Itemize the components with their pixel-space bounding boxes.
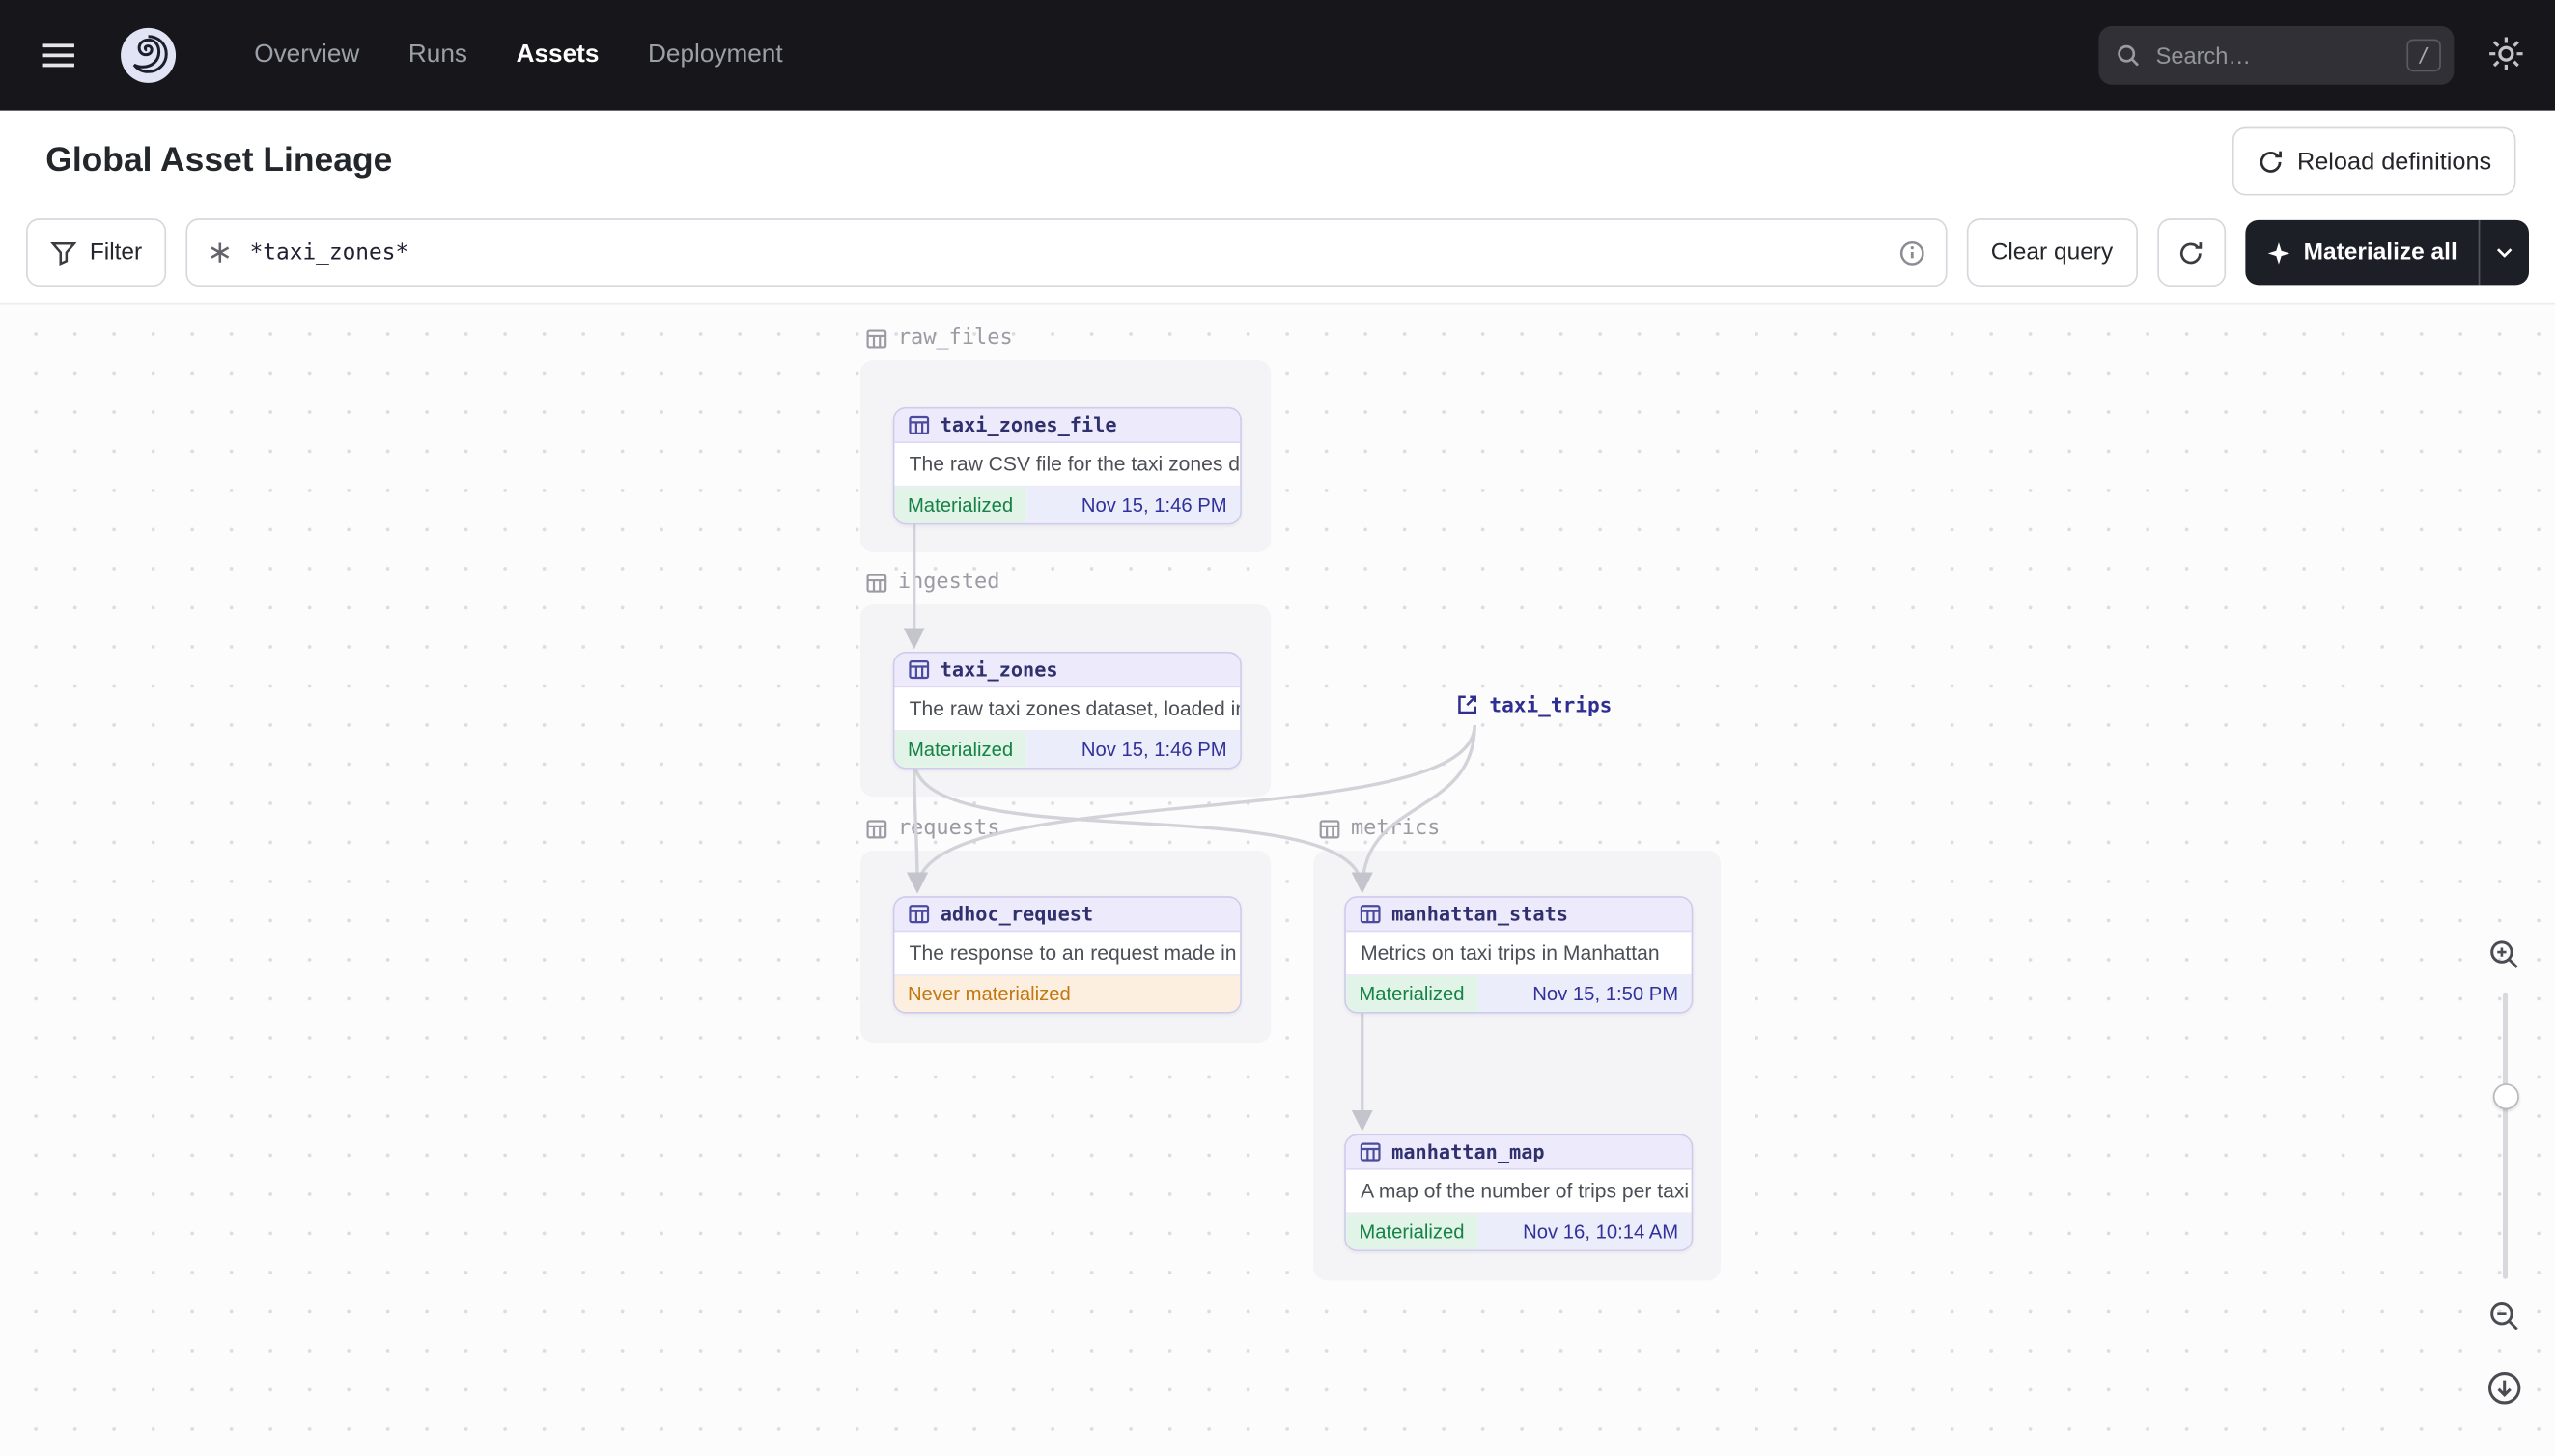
search-shortcut-key: / (2406, 39, 2441, 72)
materialize-all-main[interactable]: Materialize all (2245, 220, 2479, 286)
table-icon (909, 905, 930, 924)
lineage-toolbar: Filter Clear query Materialize all (0, 218, 2555, 303)
lineage-canvas[interactable]: raw_files ingested requests metrics taxi… (0, 302, 2555, 1456)
asset-selection-input[interactable] (185, 218, 1948, 287)
filter-funnel-icon (50, 242, 77, 266)
asset-description: The raw taxi zones dataset, loaded int… (909, 697, 1241, 720)
zoom-out-icon (2490, 1302, 2518, 1330)
asset-node-adhoc-request[interactable]: adhoc_request The response to an request… (892, 896, 1242, 1014)
asset-node-manhattan-map[interactable]: manhattan_map A map of the number of tri… (1344, 1134, 1694, 1251)
table-icon (1360, 905, 1381, 924)
nav-item-assets[interactable]: Assets (517, 41, 600, 70)
asset-node-header[interactable]: adhoc_request (894, 897, 1241, 933)
search-input[interactable] (2152, 41, 2339, 70)
hamburger-menu-icon[interactable] (40, 34, 82, 76)
asset-status-row: Materialized Nov 15, 1:50 PM (1345, 974, 1692, 1012)
dagster-logo[interactable] (118, 24, 180, 86)
materialize-all-button[interactable]: Materialize all (2244, 219, 2529, 286)
asset-status-row: Never materialized (894, 974, 1241, 1012)
recenter-view-button[interactable] (2480, 1363, 2529, 1413)
materialization-timestamp[interactable]: Nov 15, 1:46 PM (1025, 731, 1241, 768)
zoom-out-button[interactable] (2480, 1292, 2529, 1341)
asset-node-taxi-zones[interactable]: taxi_zones The raw taxi zones dataset, l… (892, 652, 1242, 770)
asset-description: The response to an request made in th… (909, 941, 1241, 965)
table-icon (909, 415, 930, 434)
asset-node-header[interactable]: manhattan_stats (1345, 897, 1692, 933)
op-selector-icon (211, 242, 230, 263)
zoom-slider[interactable] (2480, 992, 2529, 1279)
reload-definitions-button[interactable]: Reload definitions (2232, 126, 2516, 196)
external-asset-taxi-trips[interactable]: taxi_trips (1455, 692, 1613, 717)
asset-name: manhattan_map (1391, 1140, 1545, 1163)
nav-item-overview[interactable]: Overview (254, 41, 359, 70)
asset-name: adhoc_request (940, 902, 1094, 926)
asset-node-header[interactable]: taxi_zones (894, 653, 1241, 688)
refresh-graph-button[interactable] (2156, 218, 2226, 287)
clear-query-label: Clear query (1990, 239, 2114, 266)
info-icon[interactable] (1898, 238, 1926, 266)
search-icon (2118, 44, 2139, 67)
nav-item-deployment[interactable]: Deployment (648, 41, 783, 70)
app-window: Overview Runs Assets Deployment / Global… (0, 0, 2555, 1456)
primary-nav: Overview Runs Assets Deployment (254, 41, 782, 70)
zoom-in-icon (2490, 940, 2518, 968)
filter-button[interactable]: Filter (26, 218, 167, 287)
page-header: Global Asset Lineage Reload definitions (0, 110, 2555, 219)
navbar-right: / (2098, 26, 2530, 85)
zoom-controls (2479, 931, 2531, 1414)
materialize-dropdown-caret[interactable] (2478, 219, 2529, 286)
asset-node-header[interactable]: manhattan_map (1345, 1135, 1692, 1170)
asset-description: A map of the number of trips per taxi z… (1361, 1179, 1692, 1203)
zoom-slider-thumb[interactable] (2492, 1083, 2519, 1110)
asset-node-manhattan-stats[interactable]: manhattan_stats Metrics on taxi trips in… (1344, 896, 1694, 1014)
materialize-all-label: Materialize all (2303, 239, 2457, 266)
asset-status-row: Materialized Nov 15, 1:46 PM (894, 485, 1241, 523)
external-asset-name: taxi_trips (1489, 692, 1613, 717)
asset-name: manhattan_stats (1391, 902, 1569, 926)
zoom-slider-track[interactable] (2502, 992, 2508, 1279)
page-title: Global Asset Lineage (45, 141, 393, 180)
refresh-icon (2180, 241, 2203, 264)
filter-label: Filter (89, 239, 143, 266)
asset-description: Metrics on taxi trips in Manhattan (1361, 941, 1660, 965)
table-icon (1360, 1142, 1381, 1162)
sparkle-icon (2267, 241, 2289, 264)
settings-gear-icon[interactable] (2486, 34, 2529, 76)
chevron-down-icon (2496, 248, 2513, 258)
asset-status-row: Materialized Nov 15, 1:46 PM (894, 730, 1241, 768)
external-link-icon (1458, 695, 1476, 714)
asset-status-row: Materialized Nov 16, 10:14 AM (1345, 1212, 1692, 1250)
reload-definitions-label: Reload definitions (2296, 147, 2492, 176)
asset-node-header[interactable]: taxi_zones_file (894, 408, 1241, 443)
lineage-edges (903, 515, 1476, 1132)
status-badge: Materialized (894, 487, 1026, 523)
clear-query-button[interactable]: Clear query (1966, 218, 2138, 287)
table-icon (909, 660, 930, 680)
asset-name: taxi_zones (940, 658, 1058, 682)
global-search[interactable]: / (2098, 26, 2455, 85)
asset-description: The raw CSV file for the taxi zones dat… (909, 453, 1241, 476)
nav-item-runs[interactable]: Runs (408, 41, 467, 70)
arrow-down-circle-icon (2487, 1372, 2521, 1405)
status-badge: Materialized (1345, 1214, 1478, 1250)
materialization-timestamp[interactable]: Nov 15, 1:50 PM (1477, 975, 1692, 1012)
status-badge: Never materialized (907, 982, 1071, 1006)
status-badge: Materialized (1345, 975, 1478, 1012)
materialization-timestamp[interactable]: Nov 15, 1:46 PM (1025, 487, 1241, 523)
asset-name: taxi_zones_file (940, 413, 1117, 437)
status-badge: Materialized (894, 731, 1026, 768)
top-navbar: Overview Runs Assets Deployment / (0, 0, 2555, 111)
reload-icon (2260, 150, 2282, 172)
materialization-timestamp (1083, 976, 1240, 1012)
asset-query-field[interactable] (246, 238, 1886, 267)
zoom-in-button[interactable] (2480, 931, 2529, 980)
materialization-timestamp[interactable]: Nov 16, 10:14 AM (1477, 1214, 1692, 1250)
asset-node-taxi-zones-file[interactable]: taxi_zones_file The raw CSV file for the… (892, 406, 1242, 525)
